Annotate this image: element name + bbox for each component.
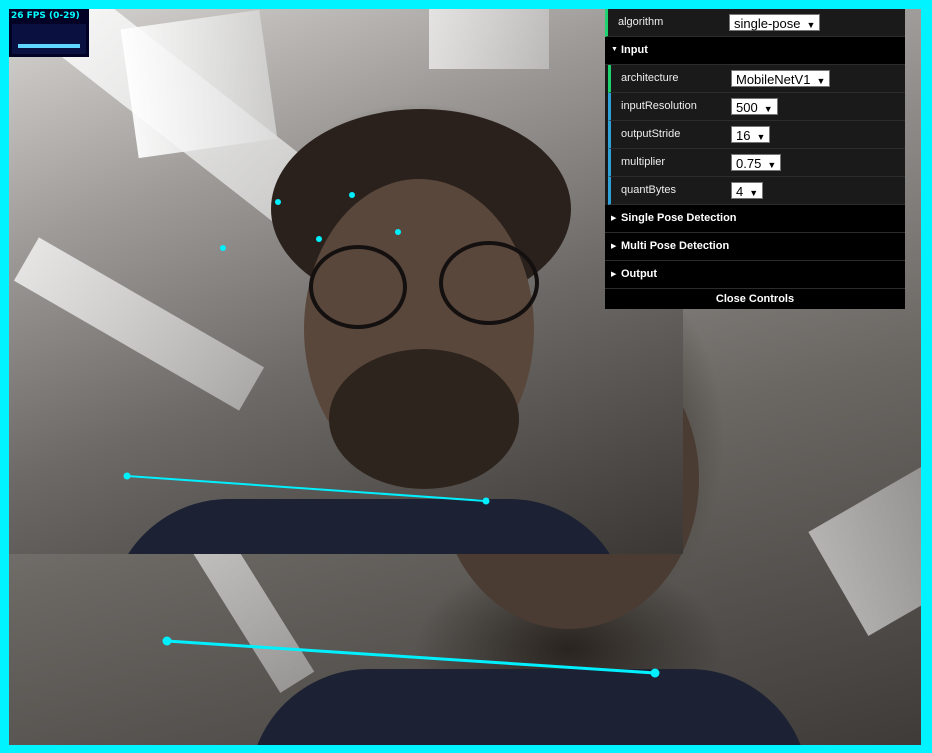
- caret-down-icon: ▼: [763, 104, 773, 114]
- output-stride-row: outputStride 16 ▼: [608, 121, 905, 149]
- close-controls-button[interactable]: Close Controls: [605, 289, 905, 309]
- algorithm-value: single-pose: [734, 16, 801, 31]
- output-stride-select[interactable]: 16 ▼: [731, 126, 771, 143]
- architecture-select[interactable]: MobileNetV1 ▼: [731, 70, 831, 87]
- triangle-right-icon: ▶: [611, 215, 617, 222]
- skeleton-line: [126, 475, 487, 502]
- keypoint: [220, 245, 226, 251]
- caret-down-icon: ▼: [806, 20, 816, 30]
- input-resolution-label: inputResolution: [621, 100, 697, 112]
- keypoint: [349, 192, 355, 198]
- output-folder-label: Output: [621, 268, 658, 280]
- input-resolution-row: inputResolution 500 ▼: [608, 93, 905, 121]
- fps-graph-bar: [18, 44, 80, 48]
- caret-down-icon: ▼: [767, 160, 777, 170]
- multiplier-value: 0.75: [736, 156, 762, 171]
- caret-down-icon: ▼: [756, 132, 766, 142]
- multiplier-label: multiplier: [621, 156, 666, 168]
- output-stride-value: 16: [736, 128, 751, 143]
- single-pose-folder-label: Single Pose Detection: [621, 212, 737, 224]
- quant-bytes-row: quantBytes 4 ▼: [608, 177, 905, 205]
- quant-bytes-select[interactable]: 4 ▼: [731, 182, 764, 199]
- keypoint: [650, 668, 660, 678]
- input-resolution-select[interactable]: 500 ▼: [731, 98, 778, 115]
- multiplier-select[interactable]: 0.75 ▼: [731, 154, 782, 171]
- skeleton-line: [166, 639, 656, 675]
- keypoint: [482, 497, 490, 505]
- fps-stats-panel[interactable]: 26 FPS (0-29): [9, 9, 89, 57]
- input-folder-label: Input: [621, 44, 648, 56]
- algorithm-row: algorithm single-pose ▼: [605, 9, 905, 37]
- caret-down-icon: ▼: [749, 188, 759, 198]
- keypoint: [123, 472, 131, 480]
- keypoint: [275, 199, 281, 205]
- fps-label: 26 FPS (0-29): [11, 11, 80, 21]
- input-resolution-value: 500: [736, 100, 758, 115]
- caret-down-icon: ▼: [816, 76, 826, 86]
- architecture-value: MobileNetV1: [736, 72, 811, 87]
- triangle-right-icon: ▶: [611, 271, 617, 278]
- keypoint: [316, 236, 322, 242]
- fps-graph: [12, 24, 86, 54]
- multiplier-row: multiplier 0.75 ▼: [608, 149, 905, 177]
- quant-bytes-value: 4: [736, 184, 744, 199]
- keypoint: [395, 229, 401, 235]
- single-pose-folder-header[interactable]: ▶ Single Pose Detection: [605, 205, 905, 233]
- triangle-right-icon: ▶: [611, 243, 617, 250]
- app-frame: 26 FPS (0-29) algorithm single-pose ▼ ▼ I…: [0, 0, 932, 753]
- triangle-down-icon: ▼: [611, 46, 618, 53]
- multi-pose-folder-header[interactable]: ▶ Multi Pose Detection: [605, 233, 905, 261]
- algorithm-select[interactable]: single-pose ▼: [729, 14, 821, 31]
- output-stride-label: outputStride: [621, 128, 681, 140]
- quant-bytes-label: quantBytes: [621, 184, 677, 196]
- algorithm-label: algorithm: [618, 16, 664, 28]
- controls-panel: algorithm single-pose ▼ ▼ Input architect…: [605, 9, 905, 309]
- output-folder-header[interactable]: ▶ Output: [605, 261, 905, 289]
- multi-pose-folder-label: Multi Pose Detection: [621, 240, 730, 252]
- architecture-row: architecture MobileNetV1 ▼: [608, 65, 905, 93]
- keypoint: [162, 636, 172, 646]
- input-folder-header[interactable]: ▼ Input: [605, 37, 905, 65]
- architecture-label: architecture: [621, 72, 679, 84]
